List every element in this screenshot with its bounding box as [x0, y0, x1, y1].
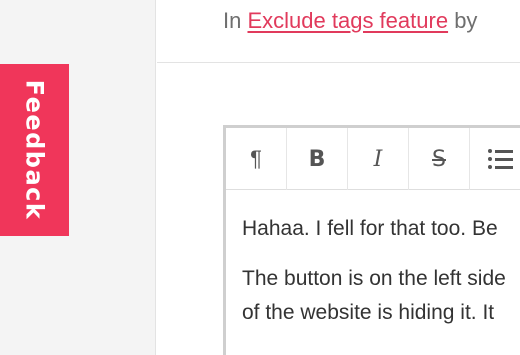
feedback-button[interactable]: Feedback — [0, 64, 69, 236]
bullet-list-button[interactable] — [470, 128, 520, 190]
context-suffix: by — [454, 8, 478, 33]
paragraph-2-line-1: The button is on the left side — [242, 267, 506, 290]
feedback-label: Feedback — [20, 79, 49, 221]
rich-text-editor[interactable]: ¶ B I S Hahaa. I fell for that too. Be T… — [223, 125, 520, 355]
left-sidebar: Feedback — [0, 0, 156, 355]
context-prefix: In — [223, 8, 242, 33]
divider — [157, 62, 520, 63]
paragraph-1: Hahaa. I fell for that too. Be — [242, 217, 498, 240]
strikethrough-icon: S — [432, 146, 446, 172]
paragraph-button[interactable]: ¶ — [226, 128, 287, 190]
paragraph-2-line-2: of the website is hiding it. It — [242, 301, 495, 324]
strikethrough-button[interactable]: S — [409, 128, 470, 190]
editor-content[interactable]: Hahaa. I fell for that too. Be The butto… — [226, 190, 520, 330]
feature-link[interactable]: Exclude tags feature — [247, 8, 448, 33]
italic-button[interactable]: I — [348, 128, 409, 190]
italic-icon: I — [373, 146, 383, 172]
comment-context: In Exclude tags feature by — [223, 8, 477, 34]
bold-icon: B — [308, 146, 326, 172]
bullet-list-icon — [487, 149, 513, 169]
editor-toolbar: ¶ B I S — [226, 128, 520, 190]
bold-button[interactable]: B — [287, 128, 348, 190]
paragraph-icon: ¶ — [250, 146, 262, 171]
